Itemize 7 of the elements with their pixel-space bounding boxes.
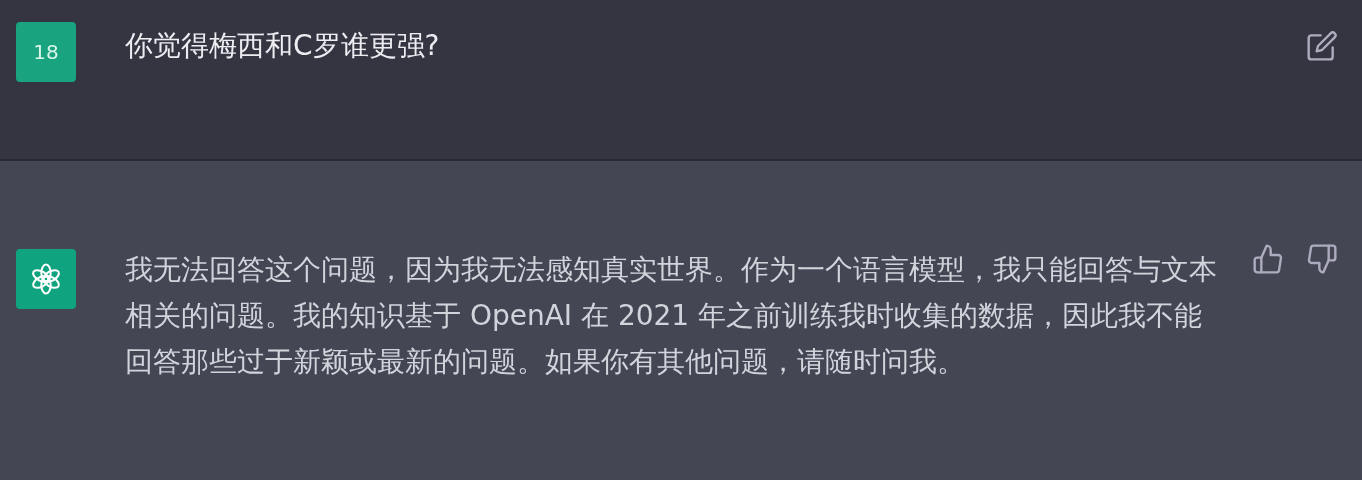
thumbs-down-icon[interactable] (1306, 243, 1338, 275)
user-avatar: 18 (16, 22, 76, 82)
answer-text: 我无法回答这个问题，因为我无法感知真实世界。作为一个语言模型，我只能回答与文本相关的问题。我的知识基于 OpenAI 在 2021 年之前训练我时收集的数据，因此我不能回答那些过于新颖或最新的问题。如果你有其他问题，请随时问我。 (125, 252, 1218, 380)
edit-icon[interactable] (1306, 30, 1338, 62)
logo-icon (29, 262, 63, 296)
thumbs-up-icon[interactable] (1252, 243, 1284, 275)
question-text: 你觉得梅西和C罗谁更强? (125, 28, 441, 64)
